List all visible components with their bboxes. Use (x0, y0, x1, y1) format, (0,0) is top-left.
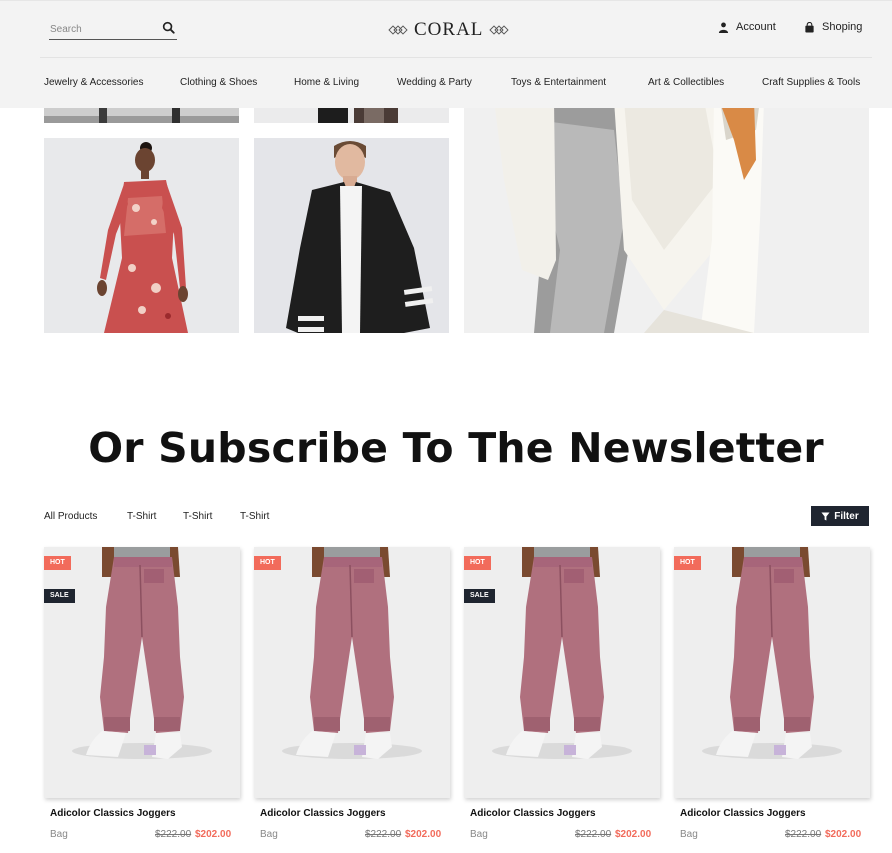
sale-badge: SALE (464, 589, 495, 603)
hot-badge: HOT (44, 556, 71, 570)
nav-item-art[interactable]: Art & Collectibles (648, 77, 724, 88)
shopping-link[interactable]: Shoping (804, 21, 862, 33)
main-nav: Jewelry & Accessories Clothing & Shoes H… (0, 71, 892, 95)
product-image[interactable] (674, 547, 870, 798)
search-icon[interactable] (162, 21, 175, 34)
product-category: Bag (260, 829, 278, 840)
product-old-price: $222.00 (785, 829, 822, 840)
product-name[interactable]: Adicolor Classics Joggers (50, 808, 176, 819)
tab-t-shirt[interactable]: T-Shirt (183, 511, 212, 522)
product-category: Bag (50, 829, 68, 840)
gallery-image[interactable] (44, 138, 239, 333)
account-label: Account (736, 21, 776, 33)
tab-all-products[interactable]: All Products (44, 511, 97, 522)
hot-badge: HOT (674, 556, 701, 570)
nav-item-clothing[interactable]: Clothing & Shoes (180, 77, 257, 88)
product-price: $202.00 (825, 829, 862, 840)
hot-badge: HOT (464, 556, 491, 570)
product-old-price: $222.00 (365, 829, 402, 840)
filter-label: Filter (834, 510, 859, 522)
floral-dress-model-image (44, 138, 239, 333)
product-category: Bag (680, 829, 698, 840)
nav-item-toys[interactable]: Toys & Entertainment (511, 77, 606, 88)
hot-badge: HOT (254, 556, 281, 570)
gallery-image-large[interactable] (464, 100, 869, 333)
nav-item-home[interactable]: Home & Living (294, 77, 359, 88)
product-name[interactable]: Adicolor Classics Joggers (260, 808, 386, 819)
product-name[interactable]: Adicolor Classics Joggers (680, 808, 806, 819)
filter-button[interactable]: Filter (811, 506, 869, 526)
shopping-bag-icon (805, 21, 814, 33)
product-image[interactable] (254, 547, 450, 798)
joggers-image (674, 547, 870, 798)
filter-funnel-icon (821, 511, 830, 521)
account-link[interactable]: Account (718, 21, 776, 33)
nav-item-jewelry[interactable]: Jewelry & Accessories (44, 77, 143, 88)
gallery-image[interactable] (254, 138, 449, 333)
product-card[interactable]: HOT Adicolor Classics Joggers Bag $222.0… (674, 547, 870, 853)
product-price: $202.00 (195, 829, 232, 840)
logo-text: CORAL (414, 19, 484, 40)
product-old-price: $222.00 (155, 829, 192, 840)
header-divider (40, 57, 872, 58)
product-card[interactable]: HOT Adicolor Classics Joggers Bag $222.0… (254, 547, 450, 853)
search-input[interactable] (49, 20, 154, 39)
product-price: $202.00 (405, 829, 442, 840)
user-icon (718, 22, 729, 33)
nav-item-wedding[interactable]: Wedding & Party (397, 77, 472, 88)
joggers-image (44, 547, 240, 798)
product-price: $202.00 (615, 829, 652, 840)
product-card[interactable]: HOT SALE Adicolor Classics Joggers Bag $… (464, 547, 660, 853)
diamond-ornament-icon (489, 25, 510, 35)
product-name[interactable]: Adicolor Classics Joggers (470, 808, 596, 819)
cardigan-model-image (254, 138, 449, 333)
logo[interactable]: CORAL (388, 18, 510, 42)
sale-badge: SALE (44, 589, 75, 603)
shearling-jacket-model-image (464, 100, 869, 333)
product-old-price: $222.00 (575, 829, 612, 840)
tab-t-shirt[interactable]: T-Shirt (240, 511, 269, 522)
search-box (49, 19, 177, 40)
diamond-ornament-icon (388, 25, 408, 35)
product-card[interactable]: HOT SALE Adicolor Classics Joggers Bag $… (44, 547, 240, 853)
tab-t-shirt[interactable]: T-Shirt (127, 511, 156, 522)
joggers-image (464, 547, 660, 798)
product-image[interactable] (464, 547, 660, 798)
joggers-image (254, 547, 450, 798)
product-image[interactable] (44, 547, 240, 798)
site-header: CORAL Account Shoping Jewelry & Accessor… (0, 0, 892, 108)
nav-item-craft[interactable]: Craft Supplies & Tools (762, 77, 860, 88)
product-category: Bag (470, 829, 488, 840)
shopping-label: Shoping (822, 21, 863, 33)
newsletter-title: Or Subscribe To The Newsletter (88, 424, 824, 472)
